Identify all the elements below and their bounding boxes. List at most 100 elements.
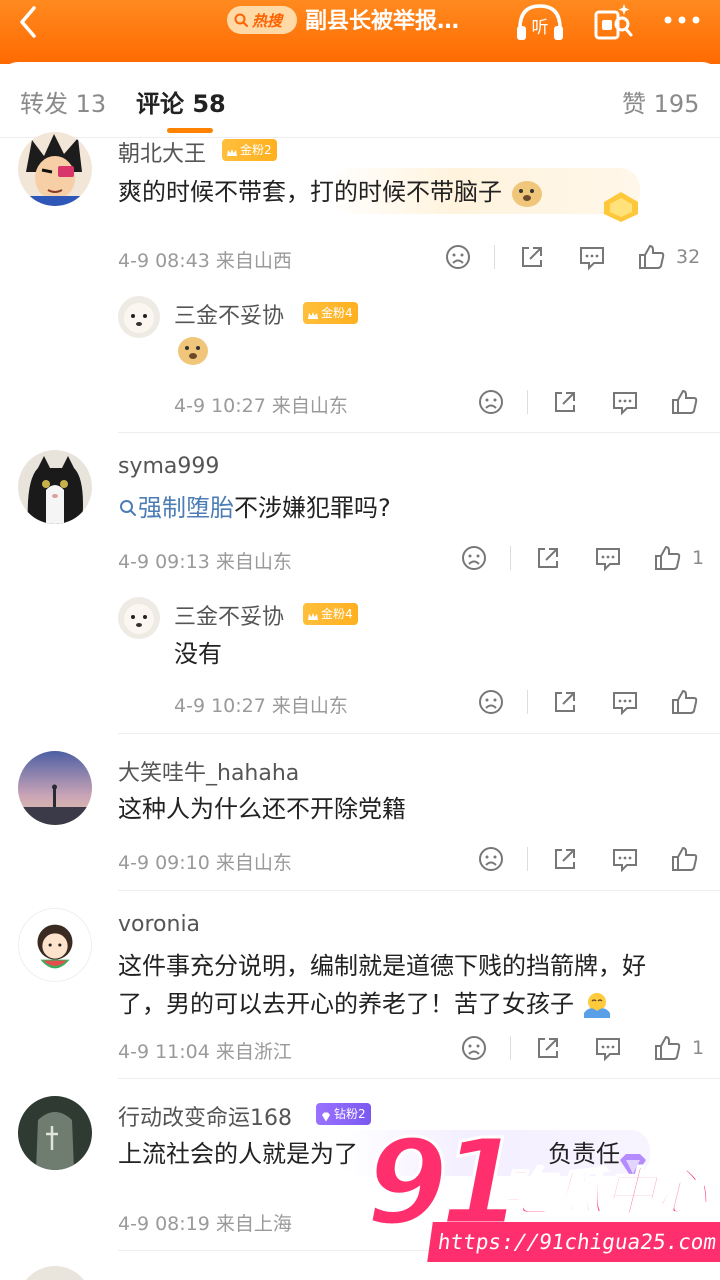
dislike-button[interactable] [443, 242, 473, 272]
like-count: 32 [676, 246, 701, 268]
like-count: 1 [692, 1037, 705, 1059]
crown-icon [307, 608, 319, 620]
username[interactable]: 三金不妥协 [174, 298, 284, 330]
share-card-button[interactable] [590, 0, 636, 44]
dislike-button[interactable] [476, 687, 506, 717]
comment-text-body: 了，男的可以去开心的养老了！苦了女孩子 [118, 990, 574, 1018]
avatar[interactable] [18, 132, 92, 206]
sad-face-icon [446, 245, 470, 269]
listen-button[interactable]: 听 [514, 0, 566, 44]
avatar[interactable] [118, 296, 160, 338]
username[interactable]: 朝北大王 [118, 136, 206, 168]
forward-button[interactable] [533, 1033, 563, 1063]
forward-button[interactable] [550, 844, 580, 874]
crown-icon [226, 144, 238, 156]
like-button[interactable] [653, 543, 683, 573]
fan-badge-label: 金粉4 [321, 607, 353, 621]
comment-icon [613, 392, 637, 416]
thumbs-up-icon [672, 689, 698, 714]
thumbs-up-icon [672, 846, 698, 871]
page-title: 副县长被举报… [305, 9, 460, 34]
avatar[interactable] [18, 450, 92, 524]
forward-button[interactable] [550, 687, 580, 717]
comment-icon [580, 247, 604, 271]
dislike-button[interactable] [476, 844, 506, 874]
tab-comments[interactable]: 评论 58 [136, 84, 226, 119]
search-icon [120, 500, 136, 516]
action-separator [510, 1036, 511, 1060]
forward-button[interactable] [533, 543, 563, 573]
hot-search-pill[interactable]: 热搜 [227, 6, 297, 34]
action-separator [527, 847, 528, 871]
like-button[interactable] [653, 1033, 683, 1063]
divider [118, 890, 720, 891]
forward-icon [555, 849, 575, 869]
tab-forward[interactable]: 转发 13 [20, 84, 106, 119]
diamond-icon [320, 1108, 332, 1122]
reply-button[interactable] [610, 387, 640, 417]
hug-emoji-icon [583, 993, 610, 1018]
forward-icon [555, 392, 575, 412]
username[interactable]: 行动改变命运168 [118, 1100, 292, 1132]
action-separator [494, 245, 495, 269]
reply-button[interactable] [593, 1033, 623, 1063]
like-button[interactable] [670, 387, 700, 417]
divider [118, 733, 720, 734]
dislike-button[interactable] [459, 543, 489, 573]
dog-avatar-icon [118, 597, 160, 639]
fan-badge-label: 金粉2 [240, 143, 272, 157]
comment-text: 强制堕胎不涉嫌犯罪吗? [118, 488, 391, 528]
topic-link[interactable]: 强制堕胎 [118, 494, 234, 522]
avatar[interactable] [18, 751, 92, 825]
action-separator [527, 690, 528, 714]
sad-face-icon [479, 847, 503, 871]
dislike-button[interactable] [476, 387, 506, 417]
back-arrow-icon [20, 6, 36, 38]
fan-badge: 金粉2 [222, 139, 277, 161]
username[interactable]: 三金不妥协 [174, 599, 284, 631]
avatar[interactable] [18, 908, 92, 982]
listen-label: 听 [532, 18, 549, 38]
top-bar: 热搜 副县长被举报… 听 [0, 0, 720, 64]
comment-meta: 4-9 10:27 来自山东 [174, 695, 348, 717]
reply-button[interactable] [610, 844, 640, 874]
back-button[interactable] [10, 2, 50, 42]
forward-button[interactable] [550, 387, 580, 417]
comment-text-body: 爽的时候不带套，打的时候不带脑子 [118, 178, 502, 206]
content-sheet [0, 62, 720, 1280]
watermark-name: 吃瓜中心 [499, 1162, 709, 1224]
username[interactable]: voronia [118, 912, 200, 937]
tab-likes[interactable]: 赞 195 [622, 84, 699, 119]
forward-button[interactable] [517, 242, 547, 272]
comment-text-body: 不涉嫌犯罪吗? [234, 494, 391, 522]
fan-badge: 金粉4 [303, 603, 358, 625]
like-button[interactable] [670, 844, 700, 874]
username[interactable]: syma999 [118, 454, 219, 479]
doge-emoji-icon [511, 181, 542, 207]
reply-button[interactable] [593, 543, 623, 573]
comment-text: 这种人为什么还不开除党籍 [118, 795, 406, 823]
crown-icon [307, 307, 319, 319]
scenery-avatar-icon [18, 751, 92, 825]
comment-text: 上流社会的人就是为了 [118, 1140, 358, 1168]
avatar[interactable] [118, 597, 160, 639]
dislike-button[interactable] [459, 1033, 489, 1063]
headphones-icon: 听 [517, 4, 563, 40]
more-button[interactable] [660, 8, 704, 32]
like-button[interactable] [670, 687, 700, 717]
reply-text: 没有 [174, 640, 222, 668]
tab-active-indicator [167, 128, 213, 133]
avatar[interactable] [18, 1096, 92, 1170]
action-separator [510, 546, 511, 570]
reply-button[interactable] [577, 242, 607, 272]
comment-text: 爽的时候不带套，打的时候不带脑子 [118, 172, 544, 212]
username[interactable]: 大笑哇牛_hahaha [118, 755, 299, 787]
like-button[interactable] [637, 242, 667, 272]
reply-button[interactable] [610, 687, 640, 717]
comment-meta: 4-9 09:13 来自山东 [118, 551, 292, 573]
topic-label: 强制堕胎 [138, 494, 234, 522]
forward-icon [555, 692, 575, 712]
comment-icon [596, 1038, 620, 1062]
comment-meta: 4-9 11:04 来自浙江 [118, 1041, 292, 1063]
forward-icon [538, 1038, 558, 1058]
